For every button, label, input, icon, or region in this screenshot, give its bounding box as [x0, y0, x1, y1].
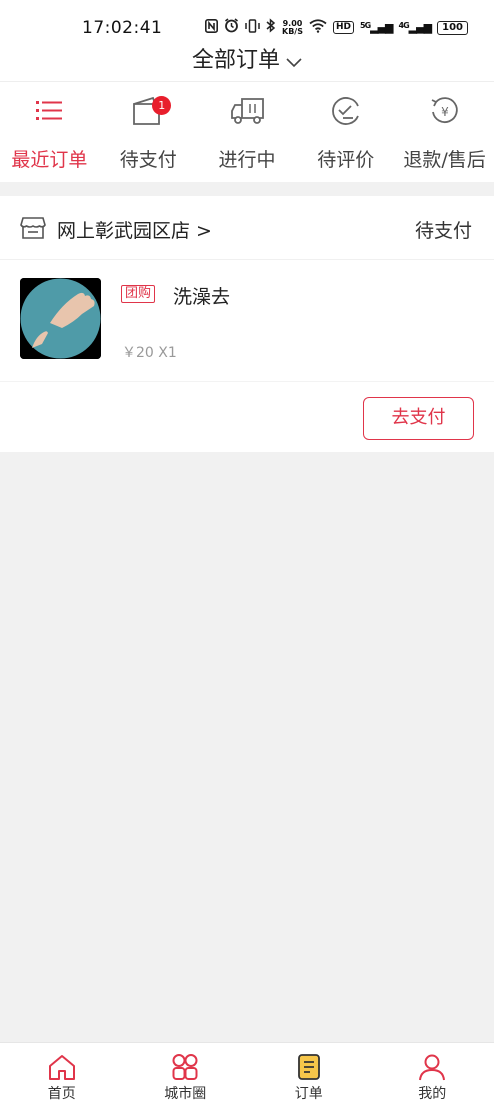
city-circle-icon	[170, 1053, 200, 1081]
tab-label: 进行中	[218, 149, 276, 171]
shop-name-link[interactable]: 网上彰武园区店 >	[57, 216, 212, 243]
order-card[interactable]: 网上彰武园区店 > 待支付 团购 洗澡去 ￥20 X1 去支付	[0, 196, 494, 452]
order-icon	[294, 1053, 324, 1081]
item-name: 洗澡去	[173, 286, 231, 308]
tab-label: 最近订单	[11, 149, 88, 171]
refund-icon: ¥	[428, 96, 462, 126]
signal-label-1: 5G	[360, 21, 371, 30]
pending-count-badge: 1	[152, 96, 172, 115]
nav-label: 我的	[418, 1086, 447, 1102]
signal-label-2: 4G	[398, 21, 410, 30]
top-area: 17:02:41 9.00 KB/S HD 5G▂▄▆ 4G▂▄▆ 100 全部…	[0, 0, 494, 182]
profile-icon	[417, 1053, 447, 1081]
nav-city-circle[interactable]: 城市圈	[124, 1043, 248, 1110]
page-title: 全部订单	[191, 48, 280, 73]
group-buy-tag: 团购	[121, 285, 156, 303]
tab-label: 待评价	[317, 149, 375, 171]
shop-row[interactable]: 网上彰武园区店 > 待支付	[0, 196, 494, 260]
header: 全部订单	[0, 30, 494, 82]
product-thumbnail	[20, 278, 101, 359]
status-bar: 17:02:41 9.00 KB/S HD 5G▂▄▆ 4G▂▄▆ 100	[0, 0, 494, 38]
pay-button[interactable]: 去支付	[363, 397, 474, 440]
order-status: 待支付	[414, 220, 472, 242]
tab-pending-payment[interactable]: 1 待支付	[99, 82, 198, 182]
nav-label: 首页	[47, 1086, 76, 1102]
order-filter-dropdown[interactable]: 全部订单	[0, 42, 494, 74]
bottom-nav: 首页 城市圈 订单 我的	[0, 1042, 494, 1110]
nav-label: 订单	[294, 1086, 323, 1102]
svg-text:¥: ¥	[441, 105, 449, 119]
nav-orders[interactable]: 订单	[247, 1043, 371, 1110]
truck-icon	[230, 96, 264, 126]
order-item[interactable]: 团购 洗澡去 ￥20 X1	[0, 260, 494, 382]
tab-label: 待支付	[119, 149, 177, 171]
nav-label: 城市圈	[164, 1086, 207, 1102]
tab-label: 退款/售后	[403, 149, 486, 171]
home-icon	[47, 1053, 77, 1081]
shop-icon	[20, 216, 46, 244]
tab-in-progress[interactable]: 进行中	[198, 82, 297, 182]
tab-pending-review[interactable]: 待评价	[296, 82, 395, 182]
section-divider	[0, 182, 494, 196]
tab-refund-aftersales[interactable]: ¥ 退款/售后	[395, 82, 494, 182]
tab-recent-orders[interactable]: 最近订单	[0, 82, 99, 182]
item-price: ￥20 X1	[122, 345, 177, 361]
chevron-down-icon	[286, 49, 302, 74]
review-icon	[329, 96, 363, 126]
order-actions: 去支付	[0, 382, 494, 452]
order-tabs: 最近订单 1 待支付 进行中 待评价 ¥ 退款/售后	[0, 82, 494, 182]
nav-profile[interactable]: 我的	[371, 1043, 494, 1110]
nav-home[interactable]: 首页	[0, 1043, 124, 1110]
list-icon	[32, 96, 66, 126]
